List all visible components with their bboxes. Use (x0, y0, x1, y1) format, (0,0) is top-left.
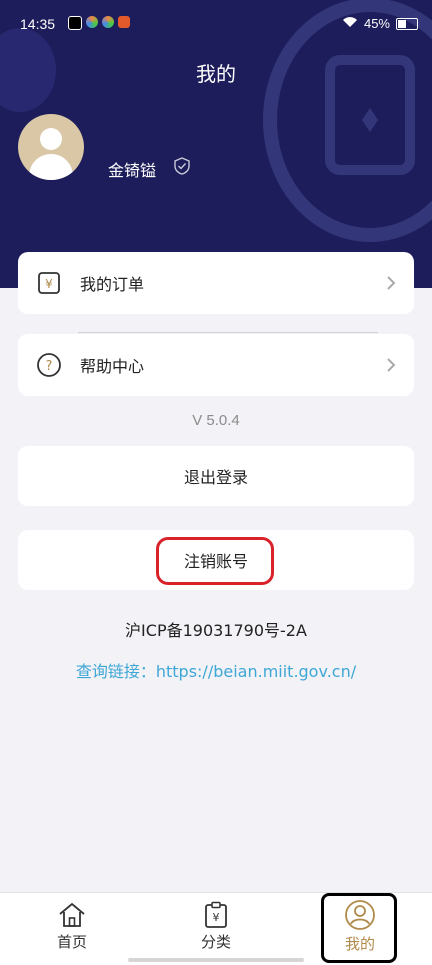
app-icon (86, 16, 98, 28)
icp-query-link[interactable]: 查询链接：https://beian.miit.gov.cn/ (0, 658, 432, 682)
bottom-tab-bar: 首页 ¥ 分类 我的 (0, 892, 432, 965)
tiktok-icon (68, 16, 82, 30)
shield-check-icon (174, 157, 190, 175)
tab-label-profile: 我的 (344, 935, 375, 953)
tab-label-home: 首页 (56, 933, 87, 951)
svg-text:¥: ¥ (213, 911, 220, 924)
tab-profile[interactable]: 我的 (288, 893, 432, 965)
help-circle-icon: ? (37, 353, 61, 377)
menu-item-orders[interactable]: ¥ 我的订单 (18, 252, 414, 314)
logout-button[interactable]: 退出登录 (18, 446, 414, 506)
cancel-account-label: 注销账号 (183, 552, 248, 571)
svg-text:?: ? (46, 359, 53, 374)
orders-card: ¥ 我的订单 (18, 252, 414, 314)
svg-text:¥: ¥ (45, 277, 53, 291)
tab-home[interactable]: 首页 (0, 893, 144, 965)
home-indicator (128, 958, 304, 962)
chevron-right-icon (387, 358, 396, 372)
status-right: 45% (342, 16, 418, 31)
username: 金锜镒 (108, 161, 157, 180)
app-icon (118, 16, 130, 28)
category-icon: ¥ (205, 901, 227, 928)
battery-percent: 45% (363, 16, 390, 31)
menu-item-help[interactable]: ? 帮助中心 (18, 334, 414, 396)
app-icon (102, 16, 114, 28)
logout-label: 退出登录 (183, 468, 248, 487)
help-card: ? 帮助中心 (18, 334, 414, 396)
profile-icon (345, 900, 375, 930)
status-time: 14:35 (20, 16, 56, 32)
status-bar: 14:35 45% (0, 0, 432, 40)
wifi-icon (342, 16, 358, 31)
page-title: 我的 (196, 62, 236, 86)
menu-label-help: 帮助中心 (80, 357, 145, 376)
app-version: V 5.0.4 (192, 412, 240, 429)
home-icon (59, 902, 85, 927)
menu-label-orders: 我的订单 (80, 275, 145, 294)
tab-label-category: 分类 (200, 933, 231, 951)
receipt-icon: ¥ (38, 272, 60, 294)
icp-license: 沪ICP备19031790号-2A (125, 621, 307, 640)
battery-icon (396, 17, 418, 30)
cancel-account-button[interactable]: 注销账号 (18, 530, 414, 590)
divider (78, 332, 378, 333)
status-app-icons (68, 16, 130, 30)
tab-category[interactable]: ¥ 分类 (144, 893, 288, 965)
avatar[interactable] (18, 114, 84, 180)
chevron-right-icon (387, 276, 396, 290)
